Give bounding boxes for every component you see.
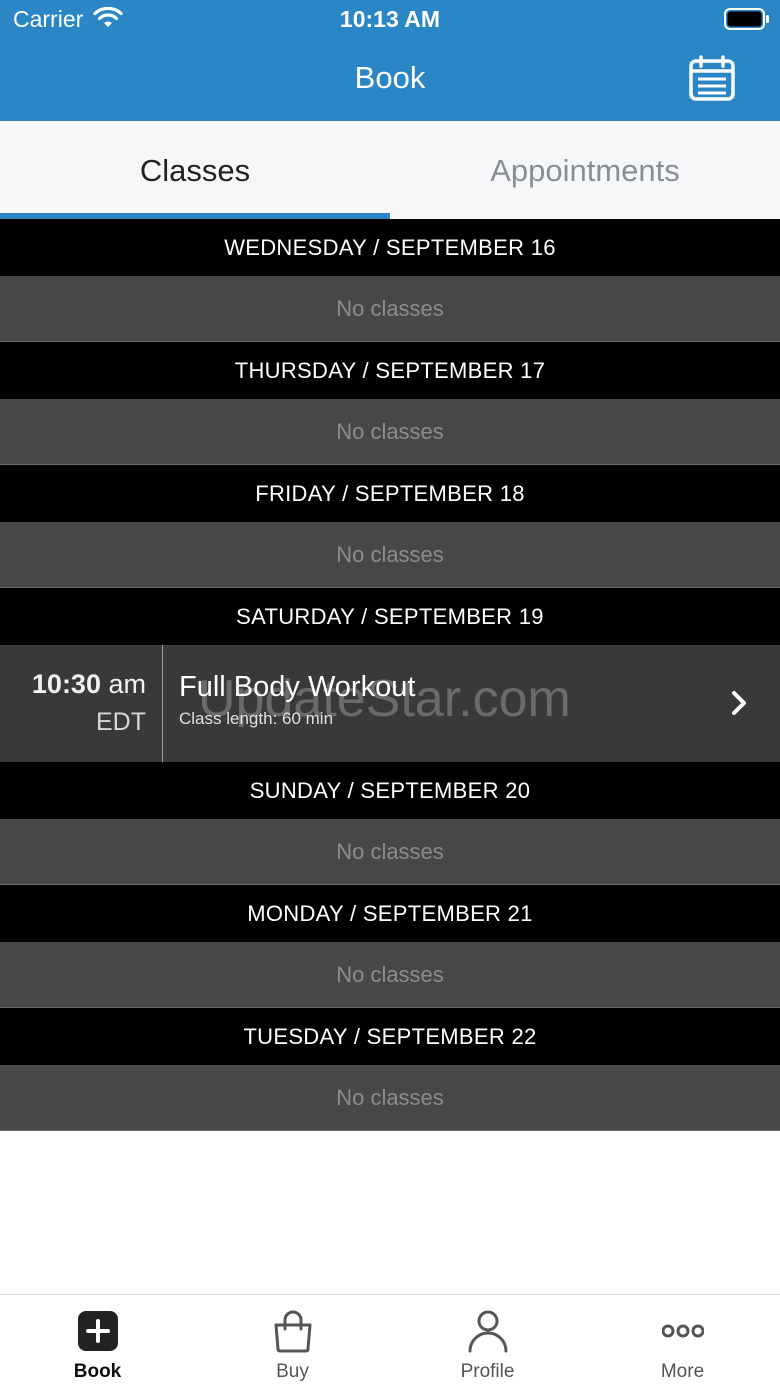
battery-icon	[724, 8, 769, 30]
chevron-right-icon	[732, 691, 746, 715]
class-time-ampm: am	[108, 669, 146, 699]
class-timezone: EDT	[96, 708, 146, 736]
plus-square-icon	[78, 1311, 118, 1351]
day-header: MONDAY / SEPTEMBER 21	[0, 885, 780, 942]
class-length: Class length: 60 min	[179, 709, 334, 728]
tab-bar-label: Book	[73, 1361, 122, 1382]
empty-day-row: No classes	[0, 522, 780, 588]
status-clock: 10:13 AM	[339, 6, 441, 32]
more-dots-icon	[662, 1324, 704, 1338]
day-header: WEDNESDAY / SEPTEMBER 16	[0, 219, 780, 276]
class-time-column: 10:30 am EDT	[0, 645, 163, 762]
calendar-icon[interactable]	[688, 55, 736, 103]
empty-day-row: No classes	[0, 1065, 780, 1131]
tab-classes[interactable]: Classes	[0, 121, 390, 219]
tab-bar-profile[interactable]: Profile	[390, 1295, 585, 1387]
person-icon	[468, 1310, 508, 1353]
empty-day-row: No classes	[0, 942, 780, 1008]
segmented-tabs: Classes Appointments	[0, 121, 780, 219]
class-row[interactable]: 10:30 am EDT Full Body Workout Class len…	[0, 645, 780, 762]
status-bar: Carrier 10:13 AM	[0, 0, 780, 40]
tab-bar-label: Profile	[460, 1361, 515, 1382]
shopping-bag-icon	[274, 1310, 312, 1353]
day-header: FRIDAY / SEPTEMBER 18	[0, 465, 780, 522]
empty-day-row: No classes	[0, 399, 780, 465]
tab-bar-book[interactable]: Book	[0, 1295, 195, 1387]
class-time-value: 10:30	[31, 669, 101, 699]
tab-bar-buy[interactable]: Buy	[195, 1295, 390, 1387]
tab-bar-more[interactable]: More	[585, 1295, 780, 1387]
class-name: Full Body Workout	[179, 671, 416, 703]
tab-appointments[interactable]: Appointments	[390, 121, 780, 219]
empty-day-row: No classes	[0, 276, 780, 342]
empty-day-row: No classes	[0, 819, 780, 885]
app-header: Carrier 10:13 AM Book	[0, 0, 780, 121]
day-header: THURSDAY / SEPTEMBER 17	[0, 342, 780, 399]
page-title: Book	[354, 60, 426, 95]
day-header: TUESDAY / SEPTEMBER 22	[0, 1008, 780, 1065]
tab-bar-label: Buy	[276, 1361, 309, 1382]
class-schedule: WEDNESDAY / SEPTEMBER 16 No classes THUR…	[0, 219, 780, 1131]
day-header: SUNDAY / SEPTEMBER 20	[0, 762, 780, 819]
bottom-tab-bar: Book Buy Profile More	[0, 1294, 780, 1387]
class-start-time: 10:30 am	[32, 669, 146, 700]
tab-bar-label: More	[660, 1361, 705, 1382]
day-header: SATURDAY / SEPTEMBER 19	[0, 588, 780, 645]
